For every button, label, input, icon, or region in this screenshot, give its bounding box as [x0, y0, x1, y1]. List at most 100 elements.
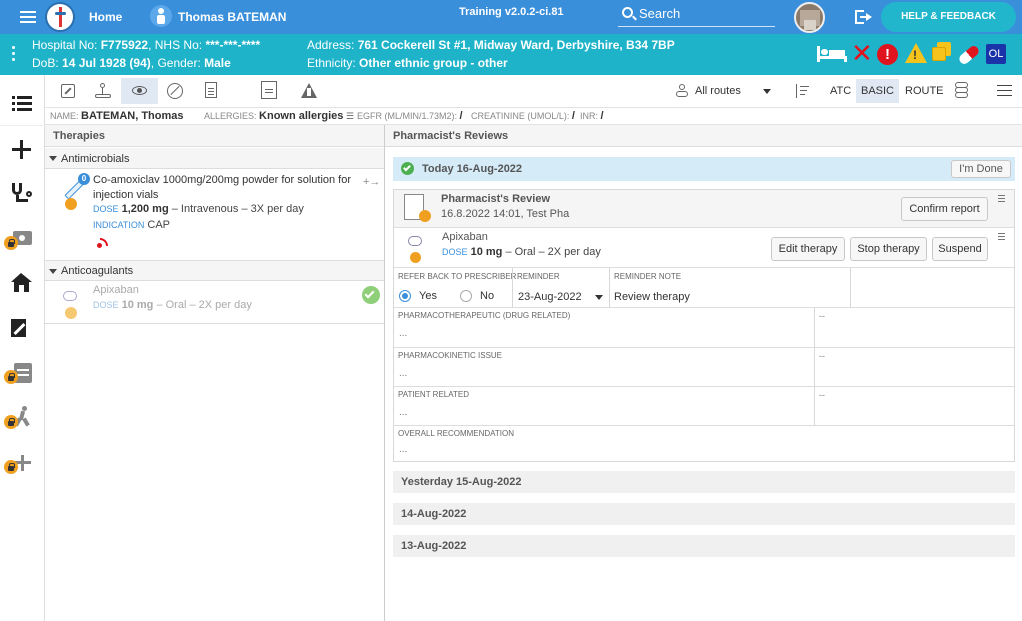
- home-link[interactable]: Home: [89, 10, 122, 24]
- therapy-card[interactable]: Apixaban DOSE 10 mg – Oral – 2X per day: [45, 282, 384, 324]
- hospital-no: F775922: [100, 38, 149, 52]
- no-label[interactable]: No: [480, 290, 494, 302]
- layers-icon[interactable]: [955, 82, 968, 99]
- search-input[interactable]: Search: [639, 6, 680, 21]
- dose-value: 10 mg: [470, 246, 503, 258]
- day-header[interactable]: 14-Aug-2022: [393, 503, 1015, 525]
- eye-tab-active[interactable]: [121, 78, 158, 104]
- pharmacist-badge-icon: [65, 307, 77, 319]
- stethoscope-icon[interactable]: [12, 183, 32, 203]
- patient-name[interactable]: Thomas BATEMAN: [178, 10, 286, 24]
- yes-label[interactable]: Yes: [419, 290, 437, 302]
- patient-dob-line: DoB: 14 Jul 1928 (94), Gender: Male: [32, 56, 231, 70]
- ban-icon[interactable]: [167, 83, 183, 99]
- chevron-down-icon[interactable]: [595, 295, 603, 300]
- reminder-note-field[interactable]: Review therapy: [614, 291, 690, 303]
- edit-document-icon[interactable]: [11, 317, 31, 337]
- patient-bar: Hospital No: F775922, NHS No: ***-***-**…: [0, 34, 1022, 75]
- routes-select[interactable]: All routes: [695, 85, 741, 97]
- list-icon[interactable]: [12, 96, 32, 111]
- sort-icon[interactable]: [795, 84, 809, 98]
- transfer-icon[interactable]: +→: [363, 176, 380, 188]
- allergies-label: ALLERGIES:: [204, 111, 257, 121]
- cancel-x-icon[interactable]: ✕: [851, 40, 873, 66]
- help-feedback-button[interactable]: HELP & FEEDBACK: [881, 2, 1016, 32]
- kinetic-label: PHARMACOKINETIC ISSUE: [398, 351, 503, 360]
- report-icon[interactable]: [261, 81, 277, 99]
- reminder-date-select[interactable]: 23-Aug-2022: [518, 291, 582, 303]
- day-header[interactable]: 13-Aug-2022: [393, 535, 1015, 557]
- logout-icon[interactable]: [855, 10, 873, 24]
- patient-related-field[interactable]: ...: [399, 407, 407, 418]
- basic-toggle[interactable]: BASIC: [856, 79, 899, 103]
- overall-recommendation-label: OVERALL RECOMMENDATION: [398, 429, 515, 438]
- group-name: Anticoagulants: [61, 265, 134, 277]
- today-label: Today 16-Aug-2022: [422, 163, 523, 175]
- pill-icon[interactable]: [957, 44, 981, 66]
- menu-lines-icon[interactable]: [998, 195, 1005, 203]
- pharmaco-label: PHARMACOTHERAPEUTIC (DRUG RELATED): [398, 311, 571, 320]
- dose-value: 1,200 mg: [121, 203, 169, 215]
- menu-lines-icon[interactable]: [998, 233, 1005, 241]
- im-done-button[interactable]: I'm Done: [951, 160, 1011, 178]
- patient-related-side: --: [819, 390, 825, 400]
- pharmacist-badge-icon: [419, 210, 431, 222]
- overall-recommendation-field[interactable]: ...: [399, 444, 407, 455]
- therapy-card[interactable]: 0 Co-amoxiclav 1000mg/200mg powder for s…: [45, 170, 384, 260]
- edit-therapy-button[interactable]: Edit therapy: [771, 237, 845, 261]
- more-vertical-icon[interactable]: [12, 46, 16, 62]
- group-header[interactable]: Antimicrobials: [45, 148, 384, 169]
- alert-circle-icon[interactable]: !: [877, 44, 898, 65]
- today-header[interactable]: Today 16-Aug-2022 I'm Done: [393, 157, 1015, 181]
- dose-label: DOSE: [93, 204, 119, 214]
- tablet-icon: [63, 291, 77, 301]
- user-avatar[interactable]: [794, 2, 825, 33]
- group-name: Antimicrobials: [61, 153, 130, 165]
- chevron-down-icon[interactable]: [763, 89, 771, 94]
- group-header[interactable]: Anticoagulants: [45, 260, 384, 281]
- kinetic-field[interactable]: ...: [399, 368, 407, 379]
- bed-icon[interactable]: [817, 46, 847, 62]
- check-circle-icon: [362, 286, 380, 304]
- hamburger-menu-icon[interactable]: [997, 85, 1012, 96]
- add-icon[interactable]: [12, 140, 31, 159]
- ol-badge[interactable]: OL: [986, 44, 1006, 64]
- house-icon[interactable]: [11, 273, 32, 292]
- scale-icon[interactable]: [95, 83, 111, 99]
- stop-therapy-button[interactable]: Stop therapy: [850, 237, 927, 261]
- suspend-label: Suspend: [938, 243, 982, 255]
- creatinine-value: /: [571, 110, 575, 122]
- no-radio[interactable]: [460, 290, 472, 302]
- yesterday-label: Yesterday 15-Aug-2022: [401, 476, 522, 488]
- confirm-report-label: Confirm report: [909, 203, 980, 215]
- route-toggle[interactable]: ROUTE: [905, 85, 944, 97]
- allergies-value[interactable]: Known allergies: [259, 110, 343, 122]
- nhs-no-label: NHS No:: [154, 38, 203, 52]
- atc-toggle[interactable]: ATC: [830, 85, 851, 97]
- document-icon[interactable]: [205, 82, 217, 98]
- ethnicity-line: Ethnicity: Other ethnic group - other: [307, 56, 508, 70]
- logo-icon[interactable]: [45, 2, 75, 32]
- signal-icon: [97, 237, 109, 249]
- patient-related-label: PATIENT RELATED: [398, 390, 469, 399]
- reminder-label: REMINDER: [517, 272, 560, 281]
- collapse-triangle-icon: [49, 156, 57, 161]
- menu-icon[interactable]: [20, 11, 36, 23]
- ethnicity: Other ethnic group - other: [359, 56, 508, 70]
- tablet-icon: [408, 236, 422, 246]
- search-field[interactable]: Search: [618, 4, 775, 27]
- list-small-icon[interactable]: ☰: [346, 111, 354, 121]
- pharmaco-field[interactable]: ...: [399, 328, 407, 339]
- search-icon-handle: [632, 15, 637, 21]
- day-header-yesterday[interactable]: Yesterday 15-Aug-2022: [393, 471, 1015, 493]
- yes-radio[interactable]: [399, 290, 411, 302]
- suspend-button[interactable]: Suspend: [932, 237, 988, 261]
- pill-view-icon[interactable]: [61, 84, 75, 98]
- notes-icon[interactable]: [932, 42, 952, 62]
- review-drug-name: Apixaban: [442, 231, 488, 243]
- warning-exclaim: !: [913, 48, 917, 62]
- confirm-report-button[interactable]: Confirm report: [901, 197, 988, 221]
- route-text: – Oral – 2X per day: [156, 299, 252, 311]
- review-title: Pharmacist's Review: [441, 193, 551, 205]
- nhs-no: ***-***-****: [205, 38, 261, 52]
